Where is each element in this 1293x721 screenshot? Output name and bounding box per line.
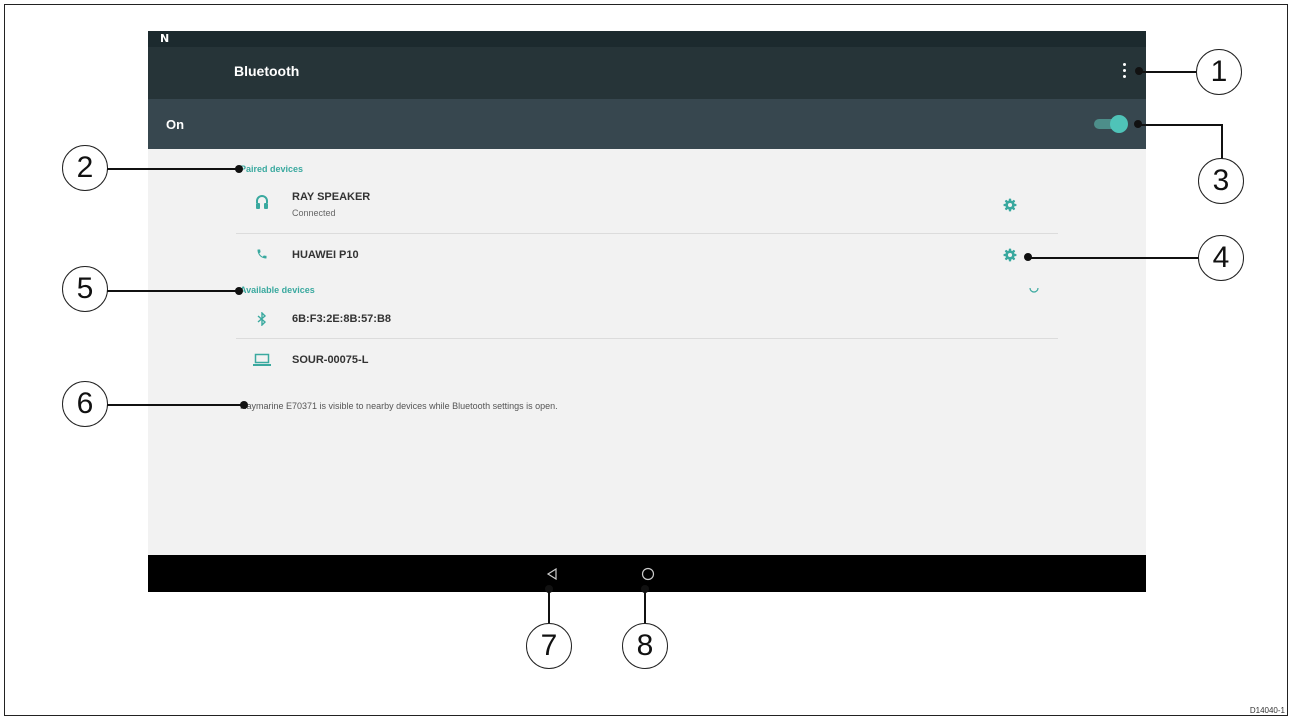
available-devices-header: Available devices — [240, 285, 315, 295]
paired-device-huawei-p10[interactable]: HUAWEI P10 — [236, 241, 1058, 269]
visibility-message: Raymarine E70371 is visible to nearby de… — [240, 401, 558, 411]
laptop-icon — [253, 353, 271, 366]
gear-icon[interactable] — [1003, 248, 1017, 262]
available-device-sour[interactable]: SOUR-00075-L — [236, 345, 1058, 375]
callout-1: 1 — [1196, 49, 1242, 95]
back-icon[interactable] — [546, 568, 558, 580]
divider — [236, 338, 1058, 339]
available-device-6b-f3[interactable]: 6B:F3:2E:8B:57:B8 — [236, 303, 1058, 337]
divider — [236, 233, 1058, 234]
bluetooth-state-label: On — [166, 117, 185, 132]
paired-device-ray-speaker[interactable]: RAY SPEAKER Connected — [236, 187, 1058, 233]
headset-icon — [256, 195, 268, 209]
callout-7: 7 — [526, 623, 572, 669]
callout-leader — [107, 168, 239, 170]
callout-pointer — [240, 401, 248, 409]
callout-4: 4 — [1198, 235, 1244, 281]
callout-8: 8 — [622, 623, 668, 669]
callout-leader — [1221, 124, 1223, 159]
figure-id: D14040-1 — [1249, 706, 1285, 715]
callout-leader — [1138, 124, 1222, 126]
callout-pointer — [235, 287, 243, 295]
callout-leader — [1028, 257, 1199, 259]
status-indicator: N — [160, 32, 170, 45]
device-name: RAY SPEAKER — [292, 191, 371, 203]
device-name: HUAWEI P10 — [292, 249, 359, 261]
callout-5: 5 — [62, 266, 108, 312]
device-name: SOUR-00075-L — [292, 354, 369, 366]
callout-leader — [1139, 71, 1197, 73]
device-screen: N Bluetooth On Paired devices RAY SPEAKE… — [148, 31, 1146, 592]
app-bar: Bluetooth — [148, 47, 1146, 99]
device-status: Connected — [292, 208, 336, 218]
callout-6: 6 — [62, 381, 108, 427]
bluetooth-icon — [257, 312, 267, 326]
paired-devices-header: Paired devices — [240, 164, 304, 174]
callout-leader — [107, 404, 245, 406]
callout-3: 3 — [1198, 158, 1244, 204]
gear-icon[interactable] — [1003, 198, 1017, 212]
callout-leader — [644, 590, 646, 624]
home-icon[interactable] — [641, 567, 655, 581]
callout-leader — [548, 590, 550, 624]
phone-icon — [257, 249, 267, 259]
more-vert-icon[interactable] — [1118, 61, 1130, 81]
page-title: Bluetooth — [234, 63, 300, 79]
bluetooth-toggle-bar[interactable]: On — [148, 99, 1146, 149]
status-bar: N — [148, 31, 1146, 47]
callout-pointer — [235, 165, 243, 173]
bluetooth-switch[interactable] — [1092, 115, 1130, 133]
loading-spinner-icon — [1029, 287, 1039, 293]
device-list: Paired devices RAY SPEAKER Connected HUA… — [148, 149, 1146, 555]
callout-leader — [107, 290, 239, 292]
device-name: 6B:F3:2E:8B:57:B8 — [292, 313, 392, 325]
callout-2: 2 — [62, 145, 108, 191]
